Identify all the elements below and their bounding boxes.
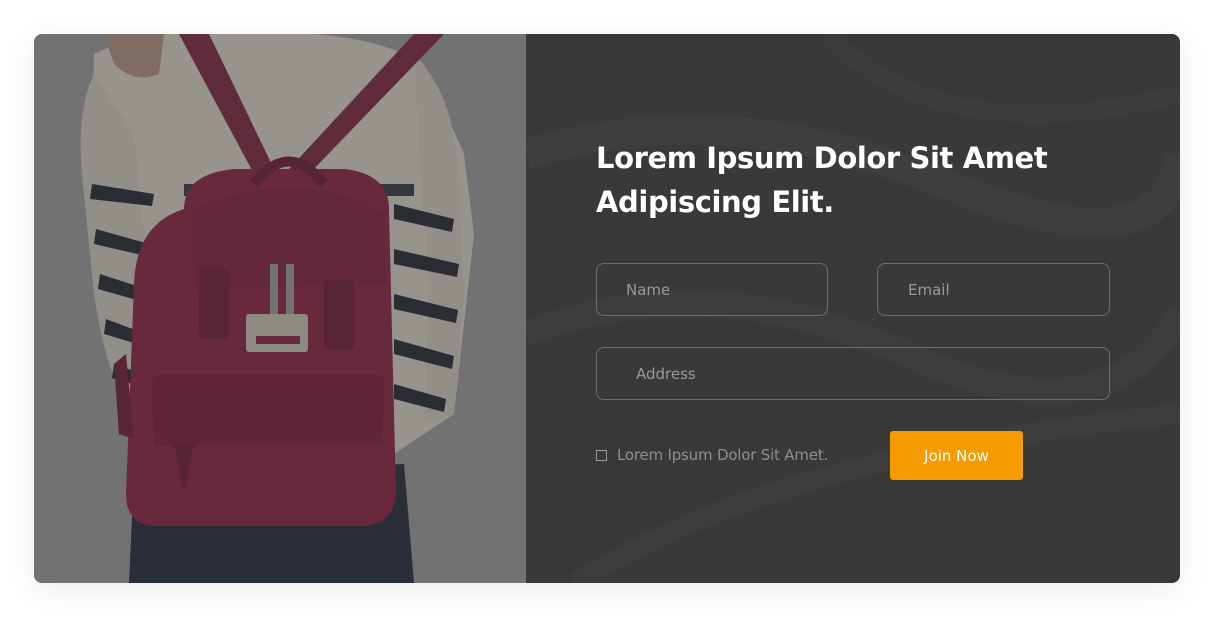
email-field[interactable]: [877, 263, 1110, 316]
name-field[interactable]: [596, 263, 828, 316]
photo-overlay: [34, 34, 526, 583]
signup-form-panel: Lorem Ipsum Dolor Sit Amet Adipiscing El…: [526, 34, 1180, 583]
consent-label: Lorem Ipsum Dolor Sit Amet.: [617, 446, 829, 464]
address-field[interactable]: [596, 347, 1110, 400]
consent-row: Lorem Ipsum Dolor Sit Amet.: [596, 446, 828, 464]
form-heading: Lorem Ipsum Dolor Sit Amet Adipiscing El…: [596, 141, 1048, 219]
hero-photo: [34, 34, 526, 583]
join-now-button[interactable]: Join Now: [890, 431, 1023, 480]
signup-card: Lorem Ipsum Dolor Sit Amet Adipiscing El…: [34, 34, 1180, 583]
consent-checkbox[interactable]: [596, 449, 607, 461]
